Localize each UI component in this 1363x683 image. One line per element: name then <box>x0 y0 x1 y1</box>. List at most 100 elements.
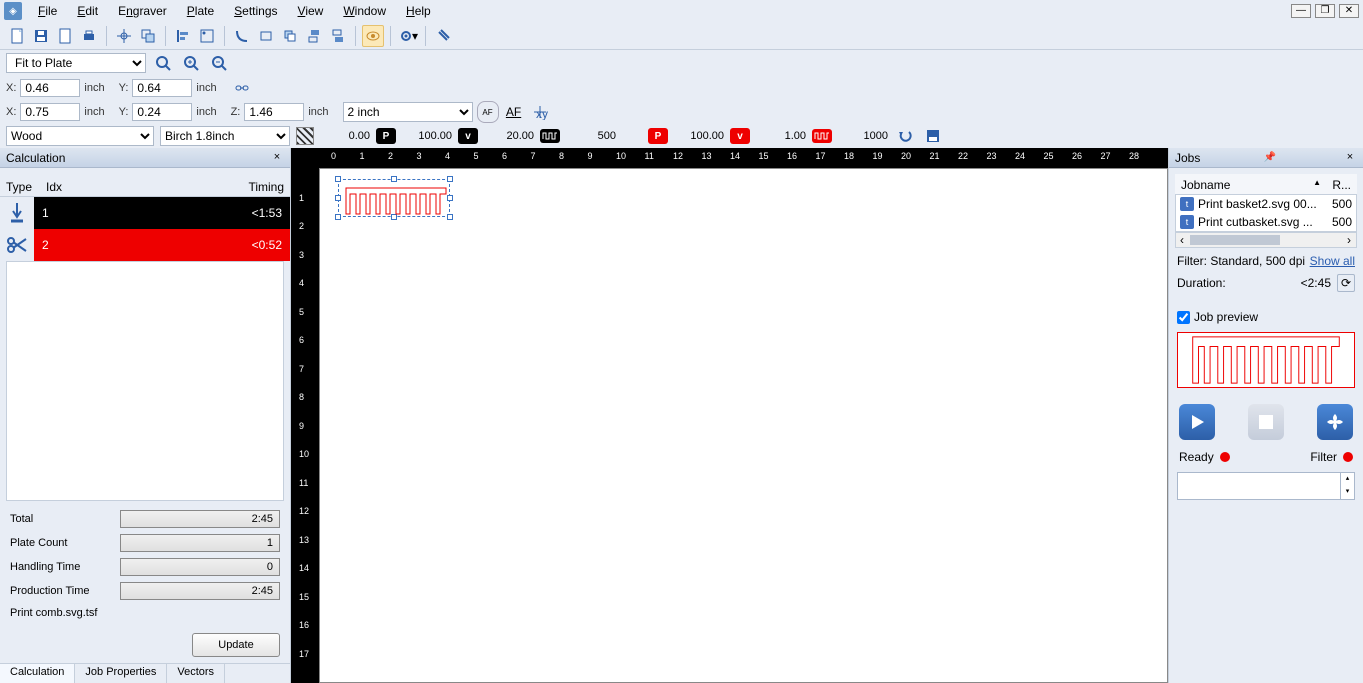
z-input[interactable] <box>244 103 304 121</box>
menu-engraver[interactable]: Engraver <box>108 2 177 20</box>
tab-vectors[interactable]: Vectors <box>167 664 225 683</box>
handling-value: 0 <box>120 558 280 576</box>
filter-label: Filter <box>1310 450 1337 464</box>
black-pulse-icon <box>540 129 560 143</box>
zoom-toolbar: Fit to Plate <box>0 50 1363 76</box>
calc-row[interactable]: 2<0:52 <box>0 229 290 261</box>
menu-settings[interactable]: Settings <box>224 2 287 20</box>
x1-input[interactable] <box>20 79 80 97</box>
plate-count-value: 1 <box>120 534 280 552</box>
update-button[interactable]: Update <box>192 633 280 657</box>
filter-dot <box>1343 452 1353 462</box>
outline-icon[interactable] <box>231 25 253 47</box>
duration-value: <2:45 <box>1301 276 1331 290</box>
black-v-badge: v <box>458 128 478 144</box>
gear-icon[interactable]: ▾ <box>397 25 419 47</box>
menu-help[interactable]: Help <box>396 2 441 20</box>
open-icon[interactable] <box>54 25 76 47</box>
rect-tool-icon[interactable] <box>255 25 277 47</box>
hatch-icon[interactable] <box>296 127 314 145</box>
refresh-icon[interactable]: ⟳ <box>1337 274 1355 292</box>
autofocus-icon[interactable]: AF <box>477 101 499 123</box>
snap-icon[interactable] <box>113 25 135 47</box>
close-jobs-icon[interactable]: × <box>1343 151 1357 165</box>
black-p: 100.00 <box>402 130 452 142</box>
save-icon[interactable] <box>30 25 52 47</box>
tab-calculation[interactable]: Calculation <box>0 664 75 683</box>
prod-value: 2:45 <box>120 582 280 600</box>
align-left-icon[interactable] <box>172 25 194 47</box>
main-toolbar: ▾ <box>0 22 1363 50</box>
window-controls: — ❐ ✕ <box>1291 4 1359 18</box>
close-icon[interactable]: ✕ <box>1339 4 1359 18</box>
calc-row[interactable]: 1<1:53 <box>0 197 290 229</box>
stop-button[interactable] <box>1248 404 1284 440</box>
thickness-select[interactable]: 2 inch <box>343 102 473 122</box>
app-icon: ◈ <box>4 2 22 20</box>
print-icon[interactable] <box>78 25 100 47</box>
filter-input[interactable]: ▴▾ <box>1177 472 1355 500</box>
stack-icon[interactable] <box>279 25 301 47</box>
black-p-badge: P <box>376 128 396 144</box>
exhaust-button[interactable] <box>1317 404 1353 440</box>
job-artwork[interactable] <box>344 186 448 216</box>
zoom-fit-icon[interactable] <box>152 52 174 74</box>
marker-icon[interactable] <box>196 25 218 47</box>
menu-window[interactable]: Window <box>333 2 396 20</box>
menu-plate[interactable]: Plate <box>177 2 224 20</box>
menu-file[interactable]: File <box>28 2 67 20</box>
show-all-link[interactable]: Show all <box>1310 254 1355 268</box>
ruler-vertical: 1234567891011121314151617 <box>291 168 319 683</box>
order-back-icon[interactable] <box>327 25 349 47</box>
job-icon: t <box>1180 215 1194 229</box>
order-front-icon[interactable] <box>303 25 325 47</box>
calc-title: Calculation <box>6 151 65 165</box>
save-material-icon[interactable] <box>922 125 944 147</box>
red-v: 1.00 <box>756 130 806 142</box>
zoom-out-icon[interactable] <box>208 52 230 74</box>
jobs-panel: Jobs 📌 × Jobname▲R... tPrint basket2.svg 0… <box>1168 148 1363 683</box>
x2-input[interactable] <box>20 103 80 121</box>
zoom-in-icon[interactable] <box>180 52 202 74</box>
tab-job-properties[interactable]: Job Properties <box>75 664 167 683</box>
job-row[interactable]: tPrint cutbasket.svg ...500 <box>1176 213 1356 231</box>
red-v-badge: v <box>730 128 750 144</box>
link-xy-icon[interactable] <box>231 77 253 99</box>
close-panel-icon[interactable]: × <box>270 151 284 165</box>
jobs-header[interactable]: Jobname▲R... <box>1175 174 1357 195</box>
red-pulse-icon <box>812 129 832 143</box>
material-name-select[interactable]: Birch 1.8inch <box>160 126 290 146</box>
menu-view[interactable]: View <box>288 2 334 20</box>
undo-icon[interactable] <box>894 125 916 147</box>
duration-label: Duration: <box>1177 276 1226 290</box>
minimize-icon[interactable]: — <box>1291 4 1311 18</box>
y2-input[interactable] <box>132 103 192 121</box>
menubar: ◈ File Edit Engraver Plate Settings View… <box>0 0 1363 22</box>
play-button[interactable] <box>1179 404 1215 440</box>
configure-icon[interactable] <box>432 25 454 47</box>
print-file: Print comb.svg.tsf <box>10 603 280 633</box>
zoom-select[interactable]: Fit to Plate <box>6 53 146 73</box>
eye-icon[interactable] <box>362 25 384 47</box>
job-preview-checkbox[interactable]: Job preview <box>1177 310 1355 324</box>
black-ppi: 500 <box>566 130 616 142</box>
jobs-scrollbar[interactable]: ‹› <box>1175 232 1357 248</box>
menu-edit[interactable]: Edit <box>67 2 108 20</box>
material-group-select[interactable]: Wood <box>6 126 154 146</box>
y1-input[interactable] <box>132 79 192 97</box>
calculation-panel: Calculation × Type Idx Timing 1<1:53 2<0:… <box>0 148 291 683</box>
new-icon[interactable] <box>6 25 28 47</box>
job-preview <box>1177 332 1355 388</box>
canvas-area: 0123456789101112131415161718192021222324… <box>291 148 1168 683</box>
total-value: 2:45 <box>120 510 280 528</box>
cut-icon <box>0 235 34 255</box>
duplicate-icon[interactable] <box>137 25 159 47</box>
xyz-move-icon[interactable]: xyz <box>529 101 551 123</box>
pin-icon[interactable]: 📌 <box>1263 152 1275 163</box>
maximize-icon[interactable]: ❐ <box>1315 4 1335 18</box>
job-row[interactable]: tPrint basket2.svg 00...500 <box>1176 195 1356 213</box>
calc-headers: Type Idx Timing <box>0 176 290 197</box>
jobs-title: Jobs <box>1175 151 1200 165</box>
canvas[interactable] <box>319 168 1168 683</box>
af-down-icon[interactable]: AF <box>503 101 525 123</box>
